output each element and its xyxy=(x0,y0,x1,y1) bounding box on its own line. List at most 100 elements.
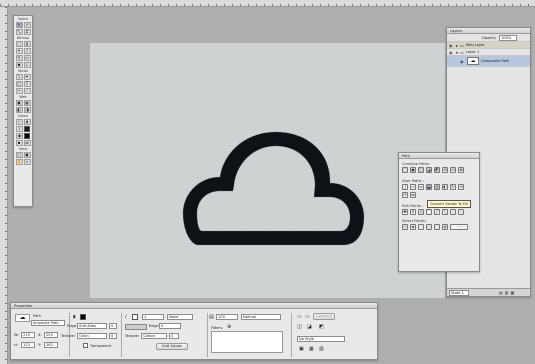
distribute-icon[interactable]: ▭ xyxy=(305,314,310,320)
blur-icon[interactable]: ◆ xyxy=(15,62,23,68)
split-icon[interactable]: ◩ xyxy=(434,167,440,173)
default-colors-icon[interactable]: ▪ xyxy=(15,140,23,146)
edit-stroke-button[interactable]: Edit Stroke xyxy=(156,343,188,350)
path-op3-icon[interactable]: ◩ xyxy=(319,324,324,330)
freeform-icon[interactable]: ~ xyxy=(15,88,23,94)
inset-path-icon[interactable]: ▥ xyxy=(434,184,440,190)
magic-wand-icon[interactable]: ✦ xyxy=(15,48,23,54)
marquee-icon[interactable]: ⬚ xyxy=(15,41,23,47)
stroke-color-icon[interactable]: ∕ xyxy=(16,126,23,132)
layer-row-web[interactable]: ◉ ▸ ▭ Web Layer xyxy=(447,42,530,49)
full-screen-menu-icon[interactable]: ▣ xyxy=(23,152,31,158)
delete-layer-icon[interactable]: ▥ xyxy=(505,290,509,295)
path-op2-icon[interactable]: ◪ xyxy=(307,324,312,330)
eraser-icon[interactable]: ▭ xyxy=(23,55,31,61)
slice-icon[interactable]: ▦ xyxy=(23,100,31,106)
hand-icon[interactable]: ✋ xyxy=(15,159,23,165)
convert-stroke-to-fill-icon[interactable]: ⬓ xyxy=(426,184,432,190)
path-op-icon[interactable]: ◫ xyxy=(297,324,302,330)
trash-icon[interactable]: ▦ xyxy=(511,290,515,295)
stroke-position-icon[interactable] xyxy=(125,324,147,330)
height-field[interactable]: 123 xyxy=(21,342,35,348)
combine-button[interactable]: Combine xyxy=(313,313,335,320)
pointer-icon[interactable]: ↖ xyxy=(15,22,23,28)
filters-list[interactable] xyxy=(211,331,283,353)
select-last-icon[interactable]: ○ xyxy=(426,224,432,230)
subselect-icon[interactable]: ↗ xyxy=(23,22,31,28)
blend-mode-select[interactable]: Normal xyxy=(241,314,281,320)
edge-select[interactable]: Anti-Alias xyxy=(77,323,107,329)
union-icon[interactable]: ▢ xyxy=(402,167,408,173)
punch-icon[interactable]: ◫ xyxy=(418,167,424,173)
pen-icon[interactable]: ✒ xyxy=(23,74,31,80)
select-next-icon[interactable]: ◌ xyxy=(434,224,440,230)
align-icon[interactable]: ▭ xyxy=(297,314,302,320)
texture-select[interactable]: Grain xyxy=(77,333,107,339)
path-panel-title[interactable]: Path xyxy=(399,153,479,159)
cloud-composite-path[interactable] xyxy=(178,125,368,250)
reverse-direction-icon[interactable]: ↻ xyxy=(450,184,456,190)
retract-icon[interactable]: ╲ xyxy=(442,209,448,215)
reverse-path-icon[interactable]: ⇆ xyxy=(410,192,416,198)
eyedropper-icon[interactable]: ⁄ xyxy=(15,119,23,125)
object-name-field[interactable]: omposite Path xyxy=(31,320,65,326)
texture-amount-field[interactable]: 0 xyxy=(109,333,117,339)
curve-point-icon[interactable]: ⌒ xyxy=(426,209,432,215)
remove-point-icon[interactable]: ✕ xyxy=(410,209,416,215)
open-path-icon[interactable]: ⟳ xyxy=(402,192,408,198)
stroke-size-field[interactable]: 1 xyxy=(142,314,164,320)
standard-screen-icon[interactable]: ▢ xyxy=(15,152,23,158)
intersect-icon[interactable]: ▣ xyxy=(410,167,416,173)
width-field[interactable]: 219 xyxy=(21,332,35,338)
redefine-style-icon[interactable]: ▦ xyxy=(309,346,314,352)
pencil-icon[interactable]: ✎ xyxy=(15,55,23,61)
select-inverse-icon[interactable]: ◈ xyxy=(410,224,416,230)
add-filter-icon[interactable]: ⊕ xyxy=(227,324,231,330)
swap-colors-icon[interactable]: ⇄ xyxy=(23,140,31,146)
hotspot-icon[interactable]: ▣ xyxy=(15,100,23,106)
break-style-icon[interactable]: ▥ xyxy=(319,346,324,352)
select-all-points-icon[interactable]: ◇ xyxy=(402,224,408,230)
brush-icon[interactable]: ∕ xyxy=(23,48,31,54)
simplify-icon[interactable]: ≈ xyxy=(410,184,416,190)
select-first-icon[interactable]: ◦ xyxy=(418,224,424,230)
scale-icon[interactable]: ⤡ xyxy=(15,29,23,35)
rectangle-icon[interactable]: □ xyxy=(15,81,23,87)
line-icon[interactable]: ╲ xyxy=(15,74,23,80)
paint-bucket-icon[interactable]: ◗ xyxy=(23,119,31,125)
stroke-edge-field[interactable]: 0 xyxy=(159,323,181,329)
select-prev-icon[interactable]: ◍ xyxy=(442,224,448,230)
crop-path-icon[interactable]: ◪ xyxy=(426,167,432,173)
show-slices-icon[interactable]: ◨ xyxy=(23,107,31,113)
zoom-icon[interactable]: ⌕ xyxy=(23,159,31,165)
subtract-icon[interactable]: ⊠ xyxy=(458,167,464,173)
add-point-icon[interactable]: ✚ xyxy=(402,209,408,215)
text-icon[interactable]: T xyxy=(23,81,31,87)
expand-arrow-icon[interactable]: ▾ xyxy=(456,50,458,55)
stroke-texture-amount[interactable]: 0 xyxy=(169,333,179,339)
stroke-texture-select[interactable]: Cotton xyxy=(141,333,167,339)
properties-panel-title[interactable]: Properties xyxy=(11,303,377,309)
edge-amount-field[interactable]: 0 xyxy=(109,323,117,329)
lasso-icon[interactable]: ϱ xyxy=(23,41,31,47)
split-point-icon[interactable]: ⟍ xyxy=(458,209,464,215)
rubber-stamp-icon[interactable]: ⊥ xyxy=(23,62,31,68)
close-path-icon[interactable]: ⟲ xyxy=(458,184,464,190)
expand-stroke-icon[interactable]: ⇔ xyxy=(418,184,424,190)
crop-icon[interactable]: ⌗ xyxy=(23,29,31,35)
x-field[interactable]: 255 xyxy=(44,332,58,338)
fill-color-swatch[interactable] xyxy=(24,133,30,139)
eye-icon[interactable]: ◉ xyxy=(460,59,465,64)
new-style-icon[interactable]: ▣ xyxy=(299,346,304,352)
new-layer-icon[interactable]: ▤ xyxy=(499,290,503,295)
fill-color-well[interactable] xyxy=(80,314,86,320)
expand-arrow-icon[interactable]: ▸ xyxy=(456,43,458,48)
y-field[interactable]: 262 xyxy=(44,342,58,348)
layer-row-layer1[interactable]: ◉ ▾ ▭ Layer 1 xyxy=(447,49,530,56)
stroke-color-well[interactable] xyxy=(132,314,138,320)
fill-color-icon[interactable]: ◆ xyxy=(16,133,23,139)
stroke-color-swatch[interactable] xyxy=(24,126,30,132)
layer-row-composite-path[interactable]: ◉ ☁ Composite Path xyxy=(447,56,530,67)
corner-point-icon[interactable]: ⋀ xyxy=(418,209,424,215)
fillet-icon[interactable]: ◐ xyxy=(442,184,448,190)
